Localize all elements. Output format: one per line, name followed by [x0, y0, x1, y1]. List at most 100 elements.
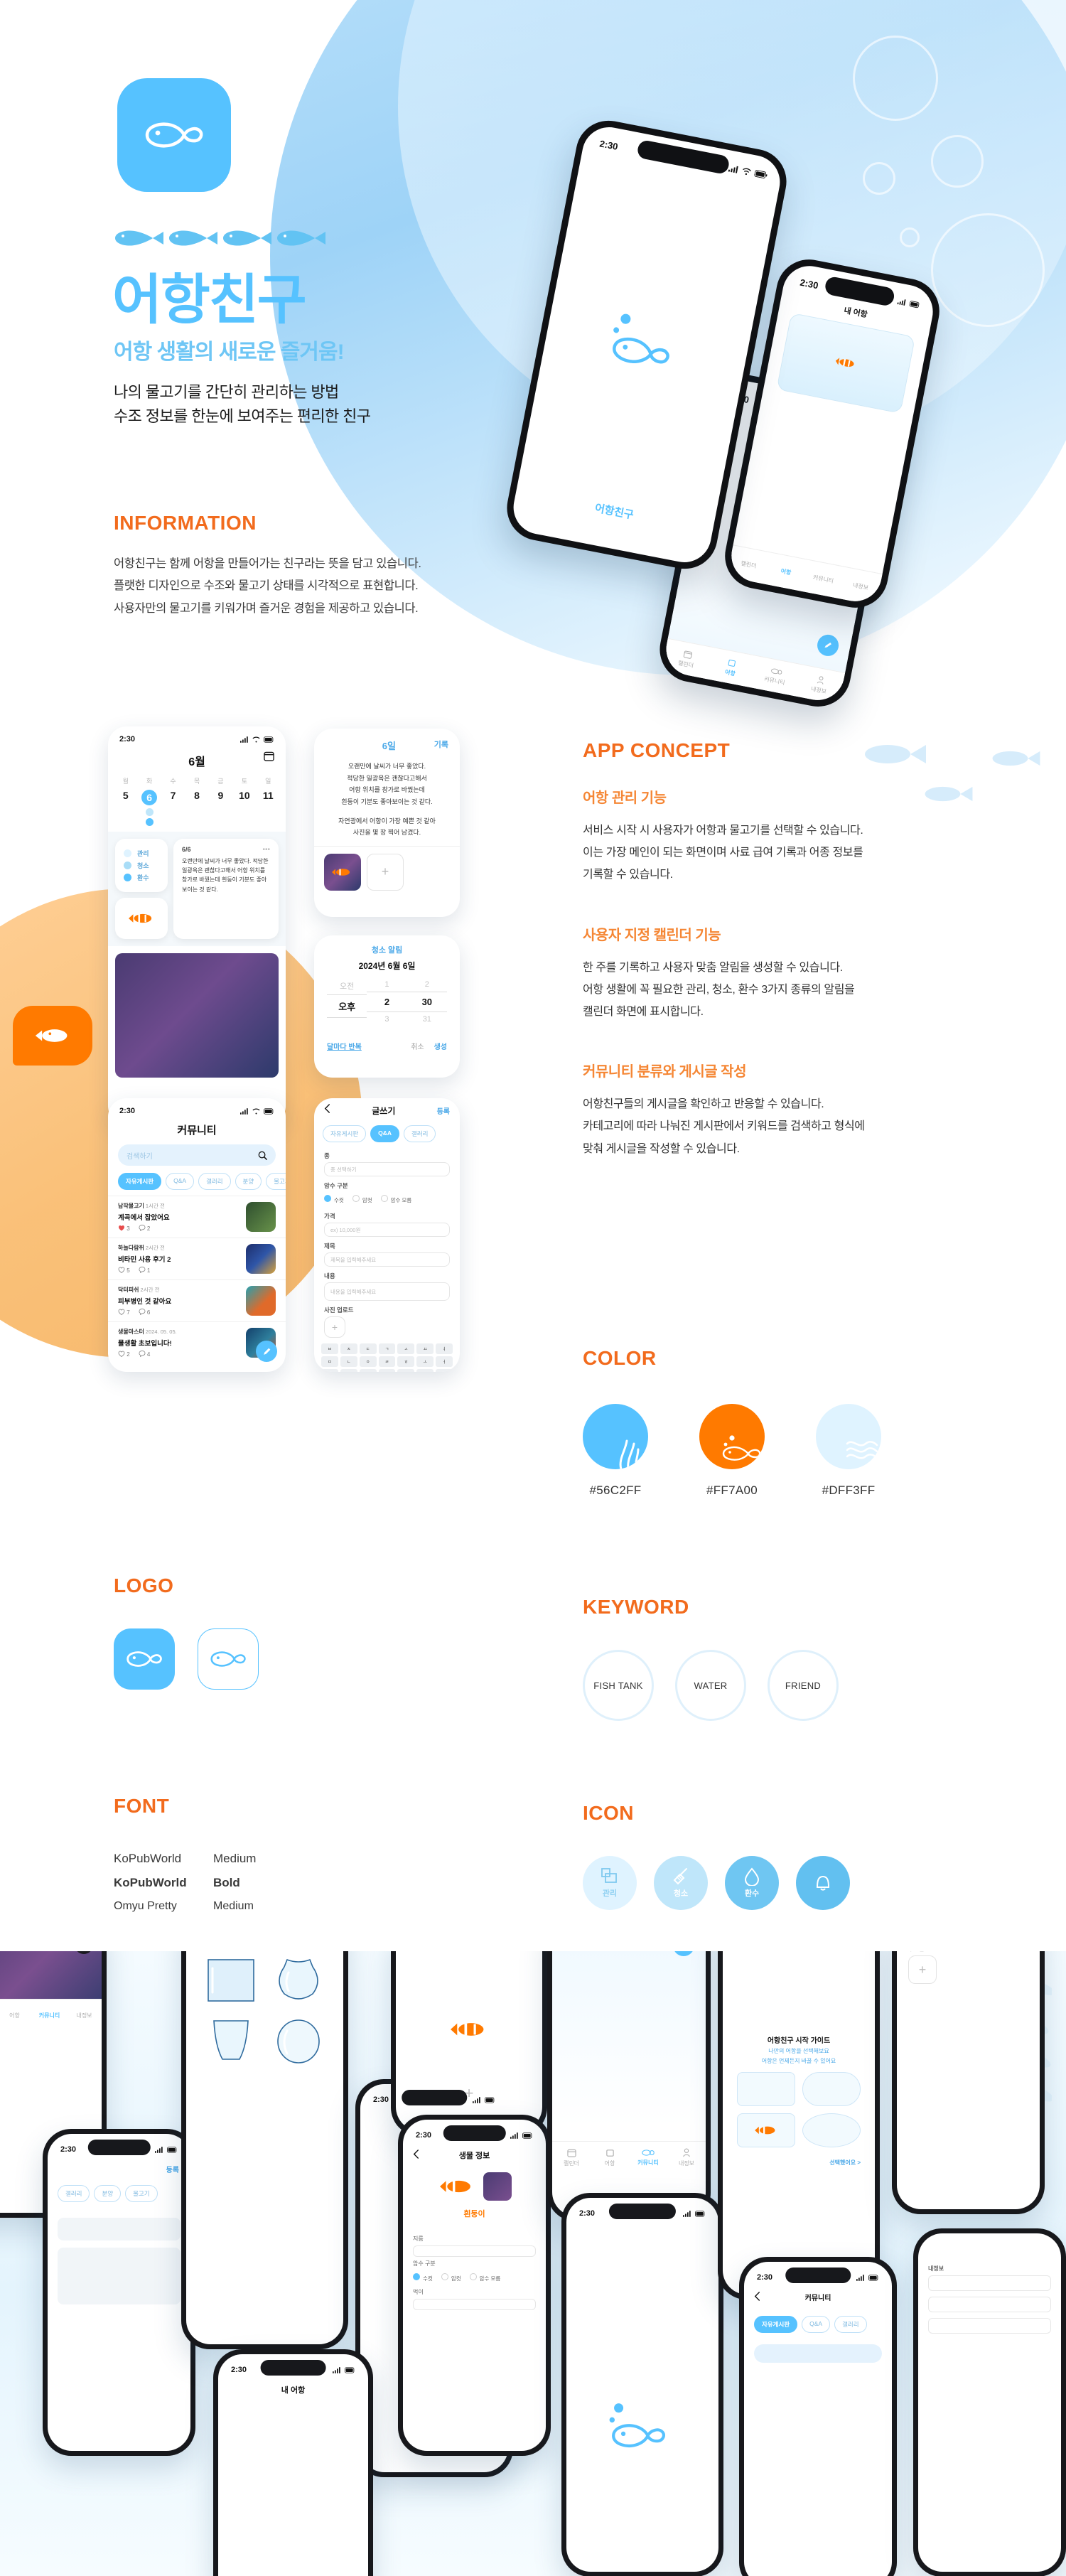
profile-field[interactable]	[928, 2297, 1051, 2312]
tab-tank[interactable]: 어항	[764, 552, 807, 591]
register-button[interactable]: 등록	[166, 2164, 179, 2174]
chip-gallery[interactable]: 갤러리	[834, 2316, 867, 2333]
chip-qna[interactable]: Q&A	[370, 1125, 399, 1142]
tab-tank[interactable]: 어항	[591, 2142, 629, 2174]
radio-unknown[interactable]: 암수 모름	[380, 1195, 411, 1204]
calendar-day-selected[interactable]: 6	[137, 788, 161, 807]
content-input[interactable]: 내용을 입력해주세요	[324, 1282, 450, 1301]
tank-option[interactable]	[802, 2113, 861, 2147]
input-placeholder[interactable]	[58, 2218, 181, 2240]
radio-male[interactable]: 수컷	[324, 1195, 344, 1204]
write-post-button[interactable]	[256, 1341, 277, 1362]
tab-myinfo[interactable]: 내정보	[667, 2142, 706, 2174]
like-stat[interactable]: 5	[118, 1267, 130, 1274]
post-list-item[interactable]: 납작물고기 1시간 전 계곡에서 잡았어요 3 2	[108, 1196, 286, 1238]
back-button[interactable]	[324, 1104, 330, 1117]
like-stat[interactable]: 2	[118, 1351, 130, 1358]
tab-community[interactable]: 커뮤니티	[802, 560, 845, 599]
like-stat[interactable]: 3	[118, 1225, 130, 1232]
chip-qna[interactable]: Q&A	[166, 1173, 195, 1190]
tab-myinfo[interactable]: 내정보	[795, 665, 845, 704]
tab-myinfo[interactable]: 내정보	[839, 567, 882, 606]
register-button[interactable]: 등록	[437, 1105, 450, 1116]
tab-calendar[interactable]: 캘린더	[662, 639, 712, 679]
radio-unknown[interactable]: 암수 모름	[469, 2273, 500, 2282]
tab-community[interactable]: 커뮤니티	[629, 2142, 667, 2174]
font-weight-name: Medium	[213, 1852, 257, 1865]
radio-female[interactable]: 암컷	[441, 2273, 461, 2282]
sex-radio-group[interactable]: 수컷 암컷 암수 모름	[314, 1192, 460, 1207]
calendar-day[interactable]: 9	[209, 788, 232, 807]
tab-community[interactable]: 커뮤니티	[32, 2000, 67, 2032]
chip-adoption[interactable]: 분양	[235, 1173, 262, 1190]
radio-male[interactable]: 수컷	[413, 2273, 433, 2282]
create-button[interactable]: 생성	[434, 1041, 447, 1051]
calendar-day[interactable]: 11	[257, 788, 280, 807]
comment-stat[interactable]: 1	[139, 1267, 150, 1274]
diary-photo[interactable]	[324, 853, 361, 891]
search-input[interactable]	[754, 2344, 882, 2363]
time-picker[interactable]: 오전 오후 1 2 3 2 30 31	[314, 977, 460, 1032]
radio-female[interactable]: 암컷	[352, 1195, 372, 1204]
post-list-item[interactable]: 닥터피쉬 2시간 전 피부병인 것 같아요 7 6	[108, 1279, 286, 1321]
chip-free-board[interactable]: 자유게시판	[323, 1125, 367, 1142]
chip-gallery[interactable]: 갤러리	[198, 1173, 231, 1190]
hour-column[interactable]: 1 2 3	[367, 977, 407, 1032]
profile-field[interactable]	[928, 2318, 1051, 2334]
calendar-picker-button[interactable]	[264, 751, 274, 765]
tank-option-selected[interactable]	[737, 2113, 795, 2147]
calendar-day[interactable]: 10	[232, 788, 256, 807]
add-photo-button[interactable]: +	[324, 1316, 345, 1338]
chip-adoption[interactable]: 분양	[94, 2185, 122, 2202]
comment-stat[interactable]: 6	[139, 1309, 150, 1316]
post-list-item[interactable]: 하늘다람쥐 2시간 전 비타민 사용 후기 2 5 1	[108, 1238, 286, 1279]
like-stat[interactable]: 7	[118, 1309, 130, 1316]
calendar-day[interactable]: 7	[161, 788, 185, 807]
tab-calendar[interactable]: 캘린더	[552, 2142, 591, 2174]
tab-tank[interactable]: 어항	[706, 648, 756, 687]
tab-community[interactable]: 커뮤니티	[750, 656, 801, 696]
chip-fish[interactable]: 물고기	[125, 2185, 158, 2202]
diary-record-button[interactable]: 기록	[434, 739, 448, 752]
feeding-record-card[interactable]	[115, 898, 168, 939]
sex-radio-group[interactable]: 수컷 암컷 암수 모름	[403, 2270, 546, 2285]
chip-qna[interactable]: Q&A	[802, 2316, 831, 2333]
minute-column[interactable]: 2 30 31	[407, 977, 447, 1032]
search-input[interactable]: 검색하기	[118, 1144, 276, 1166]
species-input[interactable]: 종 선택하기	[324, 1162, 450, 1176]
diary-note-card[interactable]: 6/6 ••• 오랜만에 날씨가 너무 좋았다. 적당한 일광욕은 괜찮다고해서…	[173, 839, 279, 939]
field-input[interactable]	[413, 2245, 536, 2257]
cancel-button[interactable]: 취소	[411, 1041, 424, 1051]
more-options-icon[interactable]: •••	[262, 846, 270, 854]
calendar-day[interactable]: 8	[185, 788, 208, 807]
ampm-column[interactable]: 오전 오후	[327, 977, 367, 1032]
profile-field[interactable]	[928, 2275, 1051, 2291]
next-button[interactable]: 선택했어요 >	[723, 2154, 875, 2171]
calendar-day[interactable]: 5	[114, 788, 137, 807]
title-input[interactable]: 제목을 입력해주세요	[324, 1252, 450, 1267]
tank-option-cube[interactable]	[202, 1953, 260, 2004]
tab-calendar[interactable]: 캘린더	[727, 545, 770, 584]
add-photo-button[interactable]: +	[367, 853, 404, 891]
tank-option-bowl[interactable]	[270, 1953, 328, 2004]
tank-option-oval[interactable]	[270, 2014, 328, 2065]
field-input[interactable]	[413, 2299, 536, 2310]
chip-fish[interactable]: 물고기	[266, 1173, 286, 1190]
tab-tank[interactable]: 어항	[0, 2000, 32, 2032]
chip-gallery[interactable]: 갤러리	[58, 2185, 90, 2202]
chip-gallery[interactable]: 갤러리	[404, 1125, 436, 1142]
textarea-placeholder[interactable]	[58, 2248, 181, 2304]
calendar-icon	[683, 650, 692, 659]
repeat-toggle[interactable]: 달마다 반복	[327, 1041, 362, 1051]
comment-stat[interactable]: 4	[139, 1351, 150, 1358]
chip-free-board[interactable]: 자유게시판	[754, 2316, 798, 2333]
price-input[interactable]: ex) 10,000원	[324, 1223, 450, 1237]
tab-myinfo[interactable]: 내정보	[67, 2000, 102, 2032]
chip-free-board[interactable]: 자유게시판	[118, 1173, 162, 1190]
add-photo-button[interactable]: +	[908, 1955, 937, 1984]
comment-stat[interactable]: 2	[139, 1225, 150, 1232]
tank-option-glass[interactable]	[202, 2014, 260, 2065]
tank-option[interactable]	[737, 2072, 795, 2106]
tank-option[interactable]	[802, 2072, 861, 2106]
onscreen-keyboard[interactable]: ㅂㅈㄷㄱㅅㅛㅕ ㅁㄴㅇㄹㅎㅗㅓ ㅋㅌㅊㅍㅠㅜㅡ	[314, 1338, 460, 1372]
